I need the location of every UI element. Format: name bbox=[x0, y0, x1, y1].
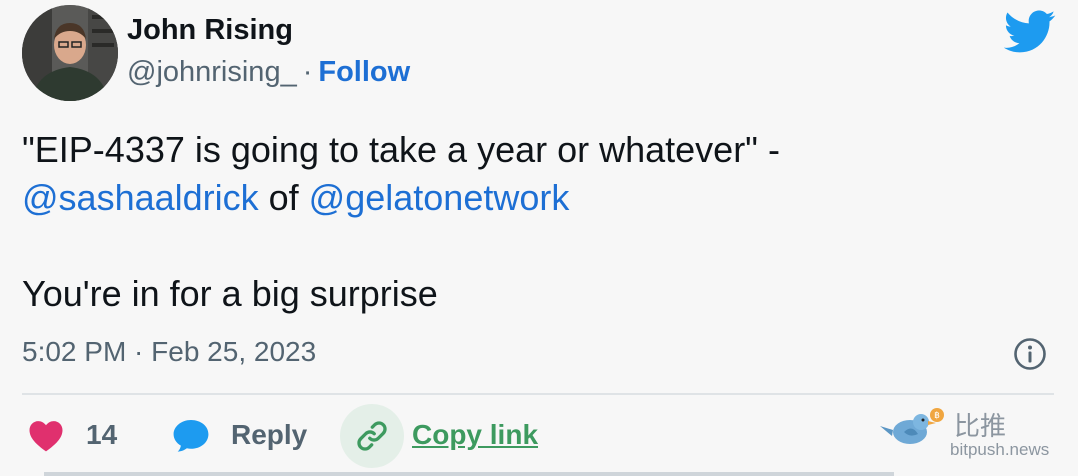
tweet-embed-card: John Rising @johnrising_ · Follow "EIP-433… bbox=[0, 0, 1078, 476]
info-icon[interactable] bbox=[1013, 337, 1047, 371]
tweet-line-3: You're in for a big surprise bbox=[22, 273, 438, 314]
tweet-text: "EIP-4337 is going to take a year or wha… bbox=[22, 126, 1042, 318]
reply-bubble-icon[interactable] bbox=[172, 417, 210, 453]
avatar[interactable] bbox=[22, 5, 118, 101]
mention-sashaaldrick[interactable]: @sashaaldrick bbox=[22, 177, 259, 218]
divider bbox=[22, 393, 1054, 395]
author-handle[interactable]: @johnrising_ bbox=[127, 56, 297, 88]
follow-button[interactable]: Follow bbox=[318, 56, 410, 88]
twitter-bird-icon[interactable] bbox=[1004, 10, 1056, 54]
tweet-line-2: @sashaaldrick of @gelatonetwork bbox=[22, 174, 1042, 222]
reply-button[interactable]: Reply bbox=[231, 419, 307, 451]
bitpush-bird-icon: ฿ bbox=[880, 408, 944, 444]
tweet-timestamp[interactable]: 5:02 PM · Feb 25, 2023 bbox=[22, 336, 316, 368]
separator-dot: · bbox=[302, 56, 313, 88]
watermark-brand: 比推 bbox=[954, 412, 1007, 442]
mention-connector: of bbox=[258, 177, 309, 218]
link-icon[interactable] bbox=[354, 418, 390, 454]
heart-icon[interactable] bbox=[28, 419, 64, 452]
copy-link-button[interactable]: Copy link bbox=[412, 419, 538, 451]
bottom-border bbox=[44, 472, 894, 476]
like-count[interactable]: 14 bbox=[86, 419, 117, 451]
tweet-line-1: "EIP-4337 is going to take a year or wha… bbox=[22, 129, 780, 170]
mention-gelatonetwork[interactable]: @gelatonetwork bbox=[309, 177, 570, 218]
svg-text:฿: ฿ bbox=[934, 411, 940, 421]
bitpush-watermark: ฿ 比推 bitpush.news bbox=[878, 404, 1068, 464]
watermark-url: bitpush.news bbox=[950, 440, 1050, 459]
author-handle-line: @johnrising_ · Follow bbox=[127, 56, 410, 89]
author-name[interactable]: John Rising bbox=[127, 14, 293, 47]
